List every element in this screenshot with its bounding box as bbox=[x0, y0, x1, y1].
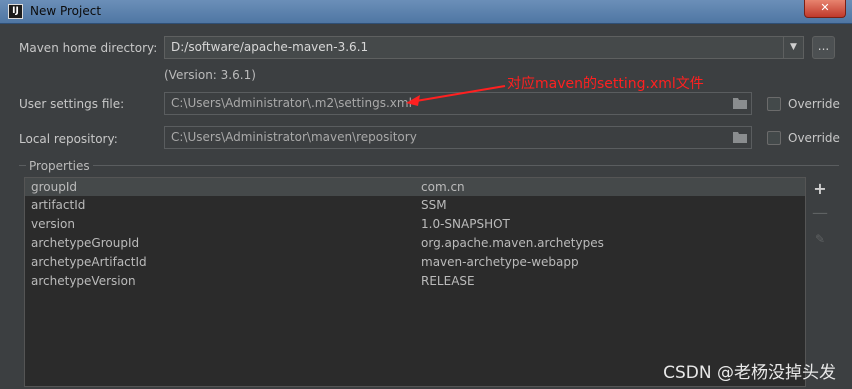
property-key: version bbox=[31, 217, 75, 231]
table-row[interactable]: version 1.0-SNAPSHOT bbox=[25, 215, 805, 233]
table-row[interactable]: artifactId SSM bbox=[25, 196, 805, 214]
property-value[interactable]: RELEASE bbox=[421, 274, 475, 288]
properties-toolbar: + — ✎ bbox=[808, 177, 832, 257]
properties-table[interactable]: groupId com.cn artifactId SSM version 1.… bbox=[24, 177, 806, 387]
table-row[interactable]: archetypeGroupId org.apache.maven.archet… bbox=[25, 234, 805, 252]
property-value[interactable]: maven-archetype-webapp bbox=[421, 255, 579, 269]
edit-icon[interactable]: ✎ bbox=[812, 231, 828, 247]
remove-icon[interactable]: — bbox=[812, 205, 828, 221]
table-row[interactable]: archetypeVersion RELEASE bbox=[25, 272, 805, 290]
property-value[interactable]: com.cn bbox=[421, 180, 465, 194]
property-key: archetypeVersion bbox=[31, 274, 136, 288]
properties-legend: Properties bbox=[26, 159, 93, 173]
annotation-text: 对应maven的setting.xml文件 bbox=[507, 76, 704, 92]
property-key: archetypeGroupId bbox=[31, 236, 140, 250]
property-key: archetypeArtifactId bbox=[31, 255, 147, 269]
property-value[interactable]: 1.0-SNAPSHOT bbox=[421, 217, 510, 231]
property-value[interactable]: org.apache.maven.archetypes bbox=[421, 236, 604, 250]
add-icon[interactable]: + bbox=[812, 181, 828, 197]
property-key: groupId bbox=[31, 180, 78, 194]
table-row[interactable]: groupId com.cn bbox=[25, 178, 805, 196]
watermark: CSDN @老杨没掉头发 bbox=[663, 363, 836, 383]
property-key: artifactId bbox=[31, 198, 86, 212]
table-row[interactable]: archetypeArtifactId maven-archetype-weba… bbox=[25, 253, 805, 271]
property-value[interactable]: SSM bbox=[421, 198, 447, 212]
